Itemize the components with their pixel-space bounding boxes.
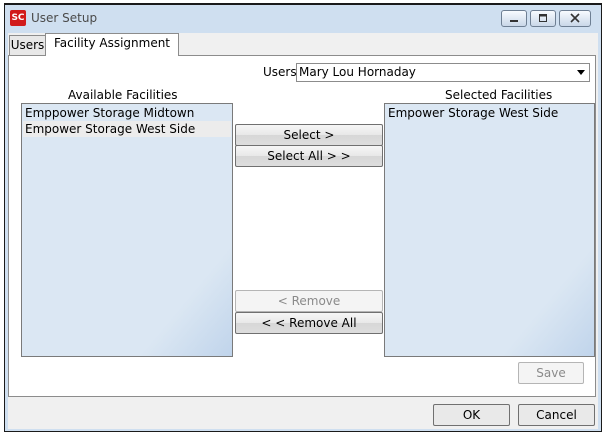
window-title: User Setup [31, 11, 98, 25]
selected-facilities-header: Selected Facilities [445, 88, 553, 102]
available-facilities-list[interactable]: Emppower Storage Midtown Empower Storage… [21, 103, 233, 357]
close-icon [570, 13, 580, 23]
maximize-button[interactable] [530, 10, 556, 27]
select-button[interactable]: Select > [235, 124, 383, 146]
users-label: Users: [263, 65, 301, 79]
available-facilities-header: Available Facilities [68, 88, 178, 102]
save-button[interactable]: Save [518, 362, 584, 384]
tab-users[interactable]: Users [9, 35, 46, 55]
user-setup-window: SC User Setup Users Facility Assignment … [4, 3, 602, 432]
cancel-button[interactable]: Cancel [518, 404, 595, 426]
users-dropdown[interactable]: Mary Lou Hornaday [296, 63, 590, 82]
facility-assignment-panel: Users: Mary Lou Hornaday Available Facil… [8, 55, 596, 397]
remove-button[interactable]: < Remove [235, 290, 383, 312]
tab-facility-assignment[interactable]: Facility Assignment [45, 33, 179, 56]
list-item[interactable]: Emppower Storage Midtown [23, 105, 231, 121]
chevron-down-icon [577, 70, 585, 75]
client-area: Users Facility Assignment Users: Mary Lo… [8, 33, 598, 429]
ok-button[interactable]: OK [433, 404, 510, 426]
users-dropdown-value: Mary Lou Hornaday [299, 65, 416, 79]
remove-all-button[interactable]: < < Remove All [235, 312, 383, 334]
close-button[interactable] [559, 10, 591, 27]
list-item[interactable]: Empower Storage West Side [23, 121, 231, 137]
selected-facilities-list[interactable]: Empower Storage West Side [384, 103, 595, 357]
minimize-button[interactable] [501, 10, 527, 27]
title-bar[interactable]: SC User Setup [5, 5, 601, 33]
maximize-icon [539, 14, 547, 22]
list-item[interactable]: Empower Storage West Side [386, 105, 593, 121]
minimize-icon [510, 20, 518, 22]
app-icon: SC [10, 10, 26, 26]
select-all-button[interactable]: Select All > > [235, 145, 383, 167]
